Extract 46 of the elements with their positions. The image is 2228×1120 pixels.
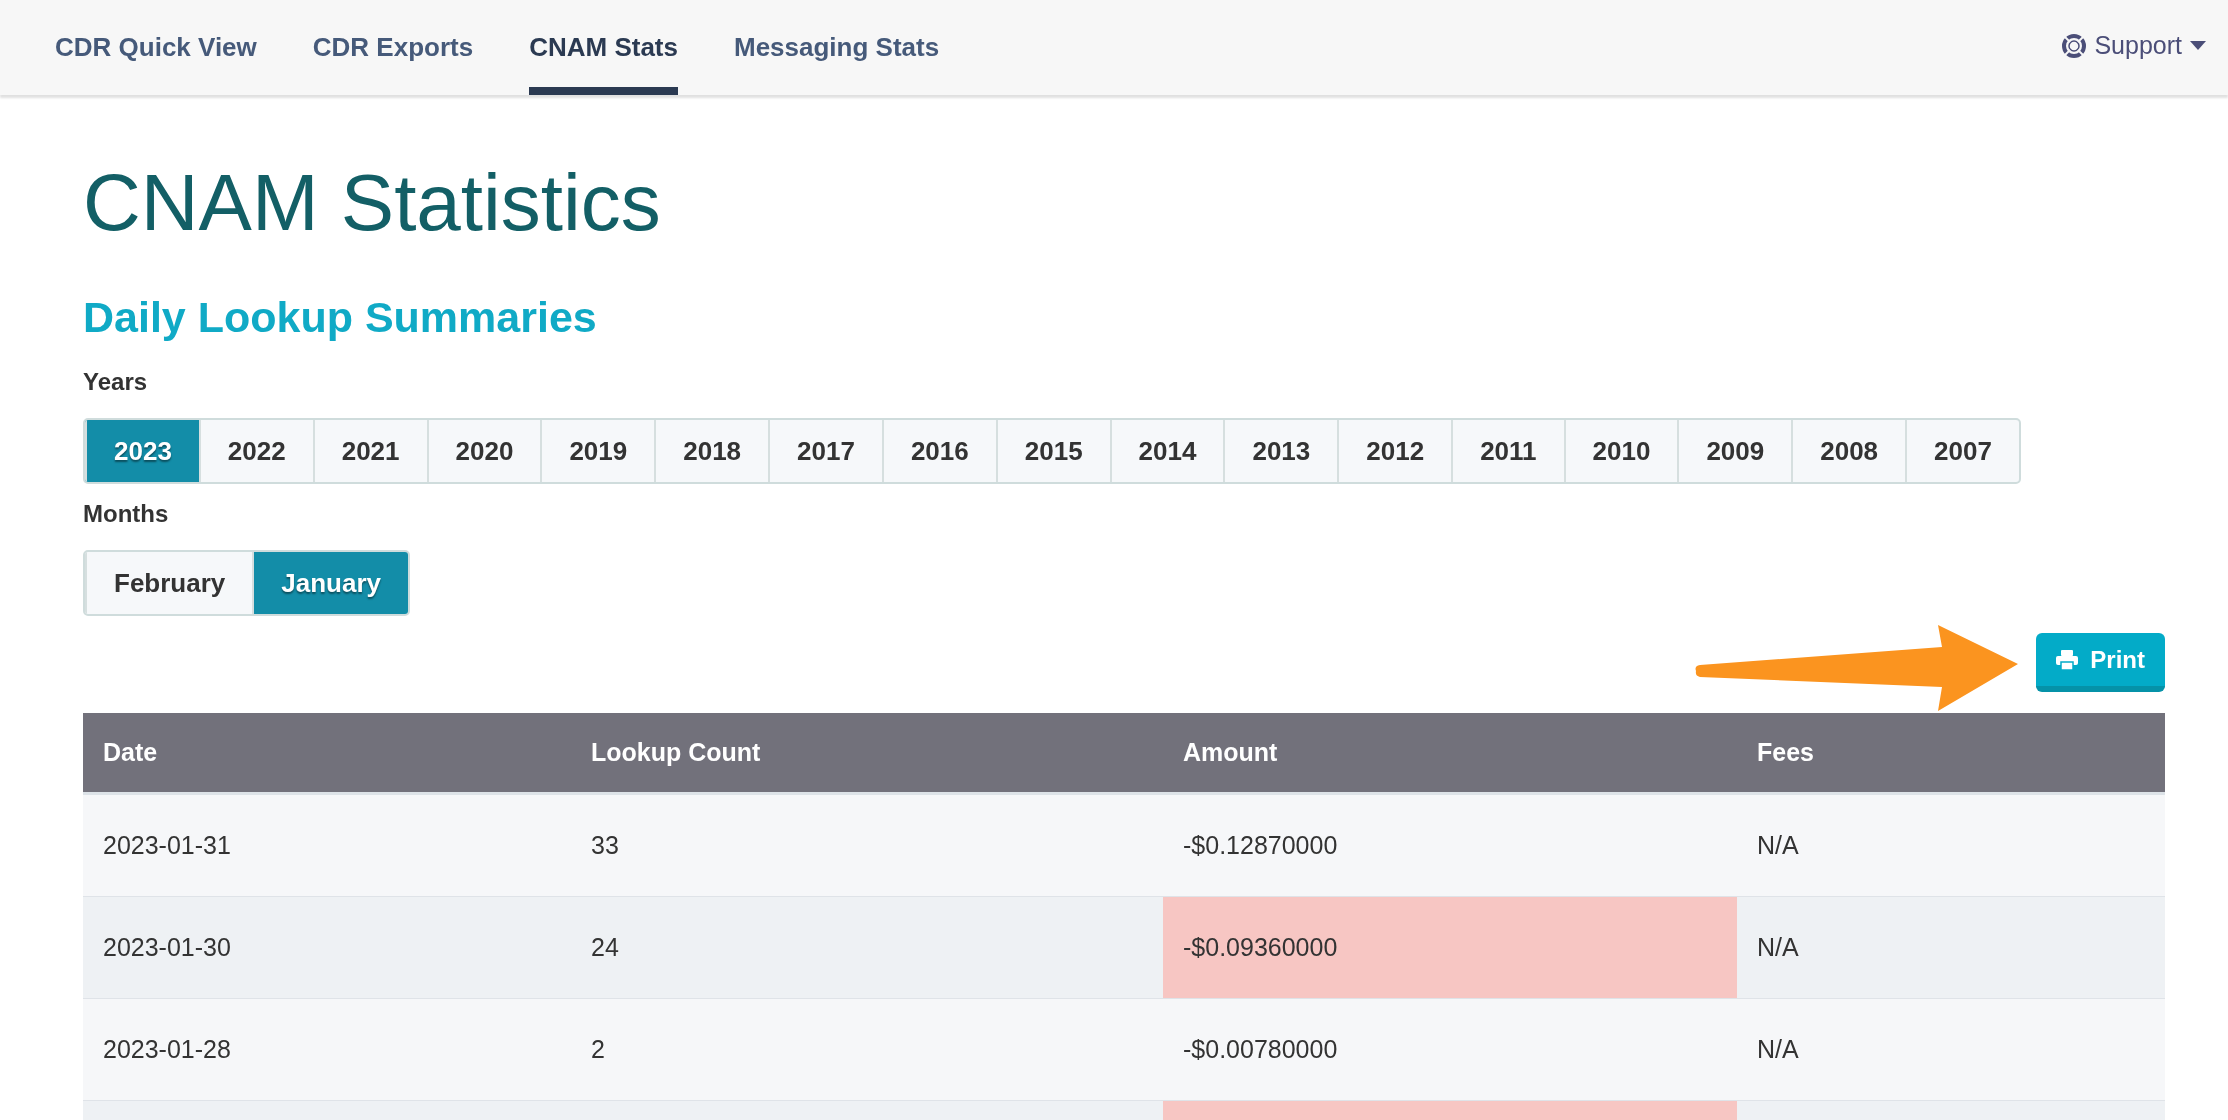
column-header: Amount (1163, 713, 1737, 794)
table-cell: -$0.12870000 (1163, 793, 1737, 897)
support-menu[interactable]: Support (2094, 31, 2182, 60)
table-cell: 33 (571, 793, 1163, 897)
table-cell: -$0.00780000 (1163, 998, 1737, 1101)
nav-tab[interactable]: Messaging Stats (733, 0, 940, 95)
column-header: Lookup Count (571, 713, 1163, 794)
printer-icon (2056, 649, 2079, 670)
page-title: CNAM Statistics (83, 157, 662, 249)
table-cell: 2023-01-28 (83, 998, 571, 1101)
year-button[interactable]: 2016 (881, 420, 996, 482)
year-button[interactable]: 2023 (85, 420, 199, 482)
year-button[interactable]: 2009 (1677, 420, 1792, 482)
year-button[interactable]: 2008 (1791, 420, 1906, 482)
year-button[interactable]: 2019 (540, 420, 655, 482)
table-cell: 2023-01-30 (83, 896, 571, 999)
nav-tab[interactable]: CDR Exports (312, 0, 474, 95)
table-cell: N/A (1737, 998, 2165, 1101)
nav-tab[interactable]: CNAM Stats (529, 0, 678, 95)
column-header: Fees (1737, 713, 2165, 794)
years-label: Years (83, 367, 149, 397)
year-button[interactable]: 2007 (1905, 420, 2019, 482)
table-cell: 2 (571, 998, 1163, 1101)
table-cell: 2023-01-31 (83, 793, 571, 897)
table-cell: -$0.09360000 (1163, 896, 1737, 999)
lifebuoy-icon (2062, 33, 2087, 58)
months-label: Months (83, 499, 170, 529)
year-button[interactable]: 2017 (768, 420, 882, 482)
table-cell: 24 (571, 896, 1163, 999)
table-cell: N/A (1737, 793, 2165, 897)
column-header: Date (83, 713, 571, 794)
year-button[interactable]: 2015 (995, 420, 1110, 482)
year-button[interactable]: 2022 (198, 420, 313, 482)
year-button[interactable]: 2014 (1109, 420, 1224, 482)
section-heading: Daily Lookup Summaries (83, 292, 598, 343)
year-button[interactable]: 2020 (426, 420, 541, 482)
nav-tab[interactable]: CDR Quick View (55, 0, 257, 95)
year-button[interactable]: 2013 (1223, 420, 1338, 482)
month-button[interactable]: January (252, 552, 408, 614)
caret-icon (2190, 41, 2206, 50)
year-button[interactable]: 2021 (312, 420, 427, 482)
year-button[interactable]: 2018 (654, 420, 769, 482)
year-button[interactable]: 2011 (1451, 420, 1564, 482)
table-cell: N/A (1737, 896, 2165, 999)
year-button[interactable]: 2010 (1563, 420, 1678, 482)
year-button[interactable]: 2012 (1337, 420, 1452, 482)
